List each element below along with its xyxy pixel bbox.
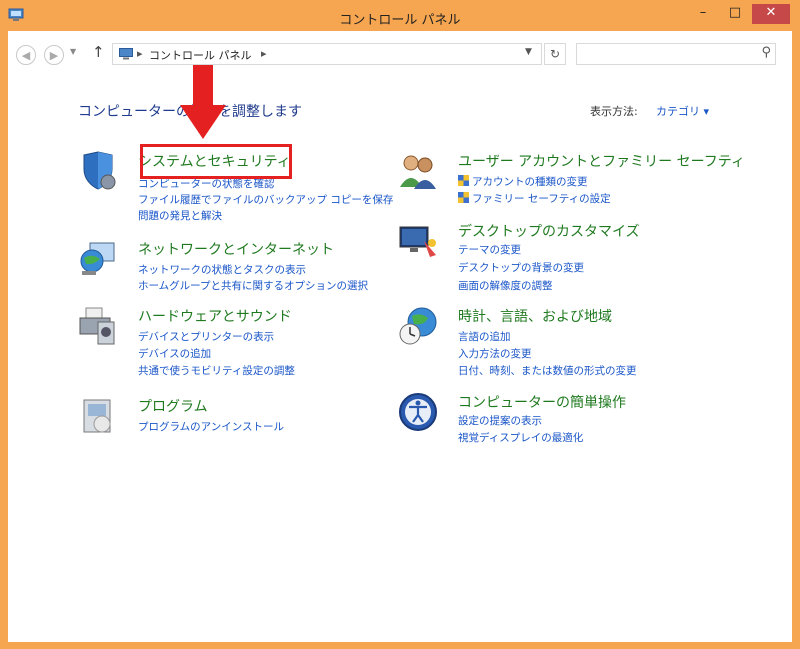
users-icon	[400, 155, 436, 189]
link-devices-printers[interactable]: デバイスとプリンターの表示	[138, 329, 274, 344]
link-change-account-type-label: アカウントの種類の変更	[472, 176, 588, 188]
link-change-theme[interactable]: テーマの変更	[458, 242, 521, 257]
link-mobility-settings[interactable]: 共通で使うモビリティ設定の調整	[138, 363, 295, 378]
shield-icon	[83, 151, 116, 190]
link-change-account-type[interactable]: アカウントの種類の変更	[458, 174, 588, 189]
link-add-language[interactable]: 言語の追加	[458, 329, 511, 344]
link-uninstall-program[interactable]: プログラムのアンインストール	[138, 419, 284, 434]
programs-icon	[83, 399, 111, 433]
clock-globe-icon	[399, 307, 437, 345]
address-field[interactable]: ▸ コントロール パネル ▸ ▼	[112, 43, 542, 65]
link-add-device[interactable]: デバイスの追加	[138, 346, 211, 361]
link-family-safety[interactable]: ファミリー セーフティの設定	[458, 191, 611, 206]
window-title: コントロール パネル	[339, 13, 461, 28]
network-globe-icon	[80, 242, 115, 275]
link-family-safety-label: ファミリー セーフティの設定	[472, 193, 611, 205]
breadcrumb-separator-icon[interactable]: ▸	[137, 47, 143, 60]
recent-locations-chevron-icon[interactable]: ▼	[70, 47, 76, 56]
link-network-status[interactable]: ネットワークの状態とタスクの表示	[138, 262, 306, 277]
printer-icon	[79, 307, 115, 345]
control-panel-icon	[119, 48, 133, 60]
refresh-button[interactable]: ↻	[544, 43, 566, 65]
link-file-history-backup[interactable]: ファイル履歴でファイルのバックアップ コピーを保存	[138, 192, 393, 207]
view-by-dropdown[interactable]: カテゴリ ▾	[656, 103, 709, 119]
category-title-programs[interactable]: プログラム	[138, 396, 208, 416]
title-bar[interactable]: コントロール パネル – □ ✕	[0, 0, 800, 34]
link-homegroup-options[interactable]: ホームグループと共有に関するオプションの選択	[138, 278, 368, 293]
link-get-recommendations[interactable]: 設定の提案の表示	[458, 413, 542, 428]
link-change-input-method[interactable]: 入力方法の変更	[458, 346, 532, 361]
link-adjust-resolution[interactable]: 画面の解像度の調整	[458, 278, 553, 293]
close-button[interactable]: ✕	[752, 4, 790, 24]
ease-of-access-icon	[399, 393, 437, 431]
desktop-customize-icon	[399, 226, 436, 257]
navigation-bar: ◀ ▶ ▼ ↑ ▸ コントロール パネル ▸ ▼ ↻ ⚲	[8, 31, 792, 79]
maximize-button[interactable]: □	[720, 4, 750, 24]
view-by-label: 表示方法:	[590, 105, 638, 118]
uac-shield-icon	[458, 175, 469, 186]
uac-shield-icon	[458, 192, 469, 203]
red-down-arrow-icon	[180, 65, 226, 139]
category-title-hardware-sound[interactable]: ハードウェアとサウンド	[138, 306, 292, 326]
address-dropdown-icon[interactable]: ▼	[525, 47, 532, 57]
link-troubleshoot[interactable]: 問題の発見と解決	[138, 208, 222, 223]
category-title-appearance[interactable]: デスクトップのカスタマイズ	[458, 221, 640, 241]
window-frame: コントロール パネル – □ ✕ ◀ ▶ ▼ ↑ ▸ コントロール パネル ▸ …	[0, 0, 800, 649]
highlight-box	[140, 144, 292, 179]
up-arrow-icon[interactable]: ↑	[92, 43, 105, 61]
minimize-button[interactable]: –	[688, 4, 718, 24]
back-button[interactable]: ◀	[16, 45, 36, 65]
category-title-network-internet[interactable]: ネットワークとインターネット	[138, 239, 334, 259]
category-title-ease-of-access[interactable]: コンピューターの簡単操作	[458, 392, 626, 412]
link-change-background[interactable]: デスクトップの背景の変更	[458, 260, 584, 275]
search-input[interactable]: ⚲	[576, 43, 776, 65]
breadcrumb-control-panel[interactable]: コントロール パネル	[149, 47, 252, 63]
client-area: ◀ ▶ ▼ ↑ ▸ コントロール パネル ▸ ▼ ↻ ⚲ コンピューターの設定を…	[8, 31, 792, 642]
category-title-clock-region[interactable]: 時計、言語、および地域	[458, 306, 612, 326]
search-icon[interactable]: ⚲	[761, 45, 771, 60]
link-optimize-display[interactable]: 視覚ディスプレイの最適化	[458, 430, 583, 445]
category-title-user-accounts[interactable]: ユーザー アカウントとファミリー セーフティ	[458, 151, 745, 171]
forward-button[interactable]: ▶	[44, 45, 64, 65]
link-change-date-format[interactable]: 日付、時刻、または数値の形式の変更	[458, 363, 637, 378]
breadcrumb-chevron-icon[interactable]: ▸	[261, 47, 267, 60]
